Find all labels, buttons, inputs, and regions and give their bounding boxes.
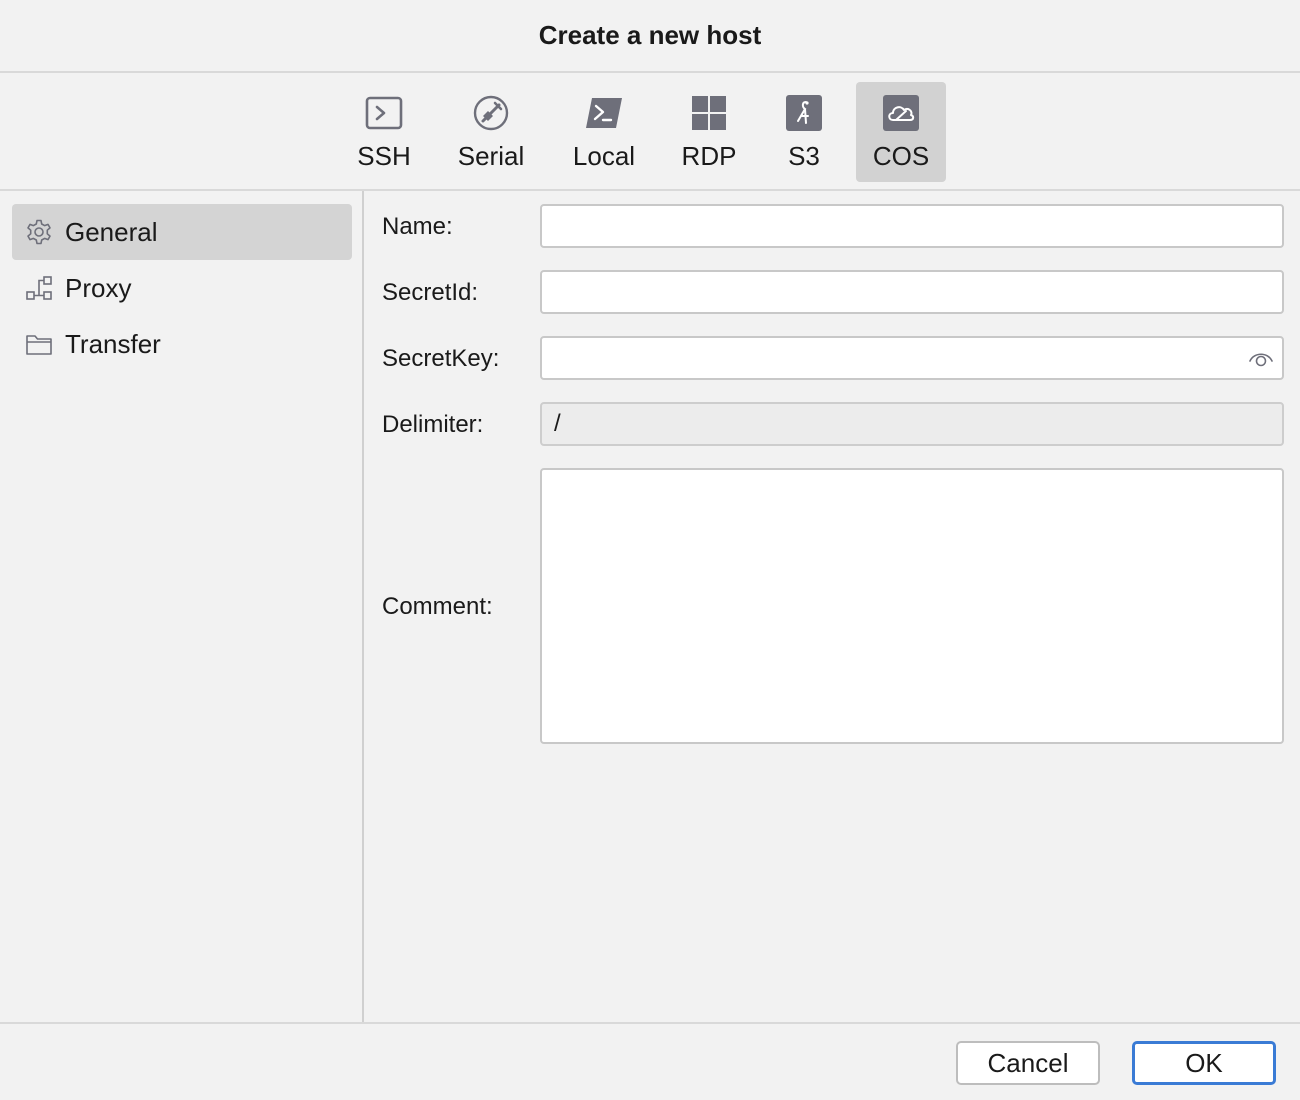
secret-key-label: SecretKey: — [382, 345, 500, 372]
secret-id-label: SecretId: — [382, 279, 479, 306]
sidebar-item-label: Proxy — [65, 272, 132, 303]
powershell-icon — [586, 98, 622, 128]
host-type-label: Serial — [457, 141, 525, 171]
sidebar-item-label: Transfer — [65, 328, 161, 359]
name-field[interactable] — [540, 204, 1284, 248]
host-type-rdp[interactable]: RDP — [668, 82, 750, 182]
dialog-footer: Cancel OK — [0, 1022, 1300, 1100]
terminal-icon — [365, 96, 403, 130]
delimiter-label: Delimiter: — [382, 411, 484, 438]
general-form: Name: SecretId: SecretKey: Delimiter: Co… — [366, 191, 1300, 1022]
eye-icon[interactable] — [1248, 349, 1274, 369]
ok-button[interactable]: OK — [1132, 1041, 1276, 1085]
sidebar-item-general[interactable]: General — [12, 204, 352, 260]
secret-id-field[interactable] — [540, 270, 1284, 314]
host-type-label: Local — [572, 141, 636, 171]
windows-icon — [692, 96, 726, 130]
host-type-toolbar: SSH Serial Local RDP S3 COS — [0, 73, 1300, 191]
proxy-icon — [26, 276, 52, 300]
host-type-ssh[interactable]: SSH — [340, 82, 428, 182]
host-type-label: RDP — [681, 141, 737, 171]
gear-icon — [27, 219, 51, 245]
dialog-titlebar: Create a new host — [0, 0, 1300, 73]
s3-bird-icon — [786, 95, 822, 131]
comment-textarea[interactable] — [540, 468, 1284, 744]
host-type-s3[interactable]: S3 — [770, 82, 838, 182]
delimiter-field[interactable] — [540, 402, 1284, 446]
folder-icon — [26, 335, 52, 355]
serial-plug-icon — [473, 95, 509, 131]
host-type-label: SSH — [357, 141, 411, 171]
cloud-icon — [883, 95, 919, 131]
sidebar-item-label: General — [65, 216, 158, 247]
host-type-cos[interactable]: COS — [856, 82, 946, 182]
secret-key-field[interactable] — [540, 336, 1284, 380]
settings-sidebar: General Proxy Transfer — [0, 191, 364, 1022]
host-type-serial[interactable]: Serial — [446, 82, 536, 182]
host-type-local[interactable]: Local — [560, 82, 648, 182]
sidebar-item-proxy[interactable]: Proxy — [12, 260, 352, 316]
cancel-button[interactable]: Cancel — [956, 1041, 1100, 1085]
comment-label: Comment: — [382, 593, 493, 620]
host-type-label: COS — [872, 141, 930, 171]
sidebar-item-transfer[interactable]: Transfer — [12, 316, 352, 372]
host-type-label: S3 — [788, 141, 820, 171]
dialog-title: Create a new host — [538, 20, 762, 50]
name-label: Name: — [382, 213, 453, 240]
